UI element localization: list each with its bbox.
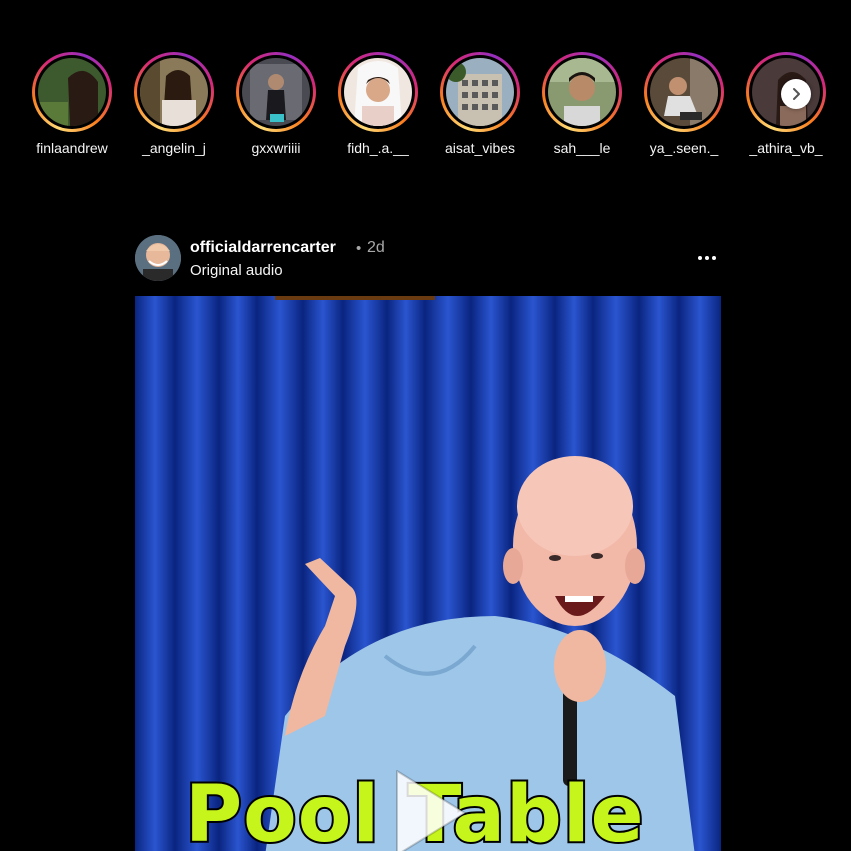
post-header: officialdarrencarter • 2d Original audio [135, 232, 721, 296]
story-avatar [344, 58, 412, 126]
feed-post: officialdarrencarter • 2d Original audio [135, 232, 721, 851]
story-username: ya_.seen._ [649, 140, 719, 156]
story-avatar [242, 58, 310, 126]
story-avatar [650, 58, 718, 126]
story-ring [338, 52, 418, 132]
story-item[interactable]: fidh_.a.__ [336, 52, 420, 156]
post-video[interactable]: Pool Table [135, 296, 721, 851]
post-username[interactable]: officialdarrencarter [190, 239, 336, 257]
story-username: sah___le [553, 140, 611, 156]
story-ring [644, 52, 724, 132]
story-username: fidh_.a.__ [347, 140, 409, 156]
post-author-avatar[interactable] [135, 235, 181, 281]
story-username: aisat_vibes [444, 140, 516, 156]
play-icon[interactable] [377, 761, 477, 851]
story-ring [440, 52, 520, 132]
story-ring [32, 52, 112, 132]
story-ring [236, 52, 316, 132]
separator-dot: • [356, 240, 362, 257]
more-options-icon[interactable] [695, 246, 719, 270]
story-username: gxxwriiii [251, 140, 301, 156]
stories-tray: finlaandrew _angelin_j gxxwriiii fidh_.a… [30, 52, 840, 172]
story-ring [542, 52, 622, 132]
story-username: _athira_vb_ [749, 140, 823, 156]
story-item[interactable]: ya_.seen._ [642, 52, 726, 156]
story-avatar [38, 58, 106, 126]
story-avatar [140, 58, 208, 126]
post-timestamp[interactable]: 2d [367, 239, 385, 257]
story-item[interactable]: aisat_vibes [438, 52, 522, 156]
chevron-right-icon[interactable] [781, 79, 811, 109]
post-audio-label[interactable]: Original audio [190, 262, 283, 279]
story-item[interactable]: finlaandrew [30, 52, 114, 156]
story-username: _angelin_j [142, 140, 206, 156]
story-item[interactable]: _angelin_j [132, 52, 216, 156]
story-avatar [548, 58, 616, 126]
story-item[interactable]: sah___le [540, 52, 624, 156]
story-username: finlaandrew [36, 140, 108, 156]
story-ring [134, 52, 214, 132]
story-item[interactable]: gxxwriiii [234, 52, 318, 156]
story-avatar [446, 58, 514, 126]
